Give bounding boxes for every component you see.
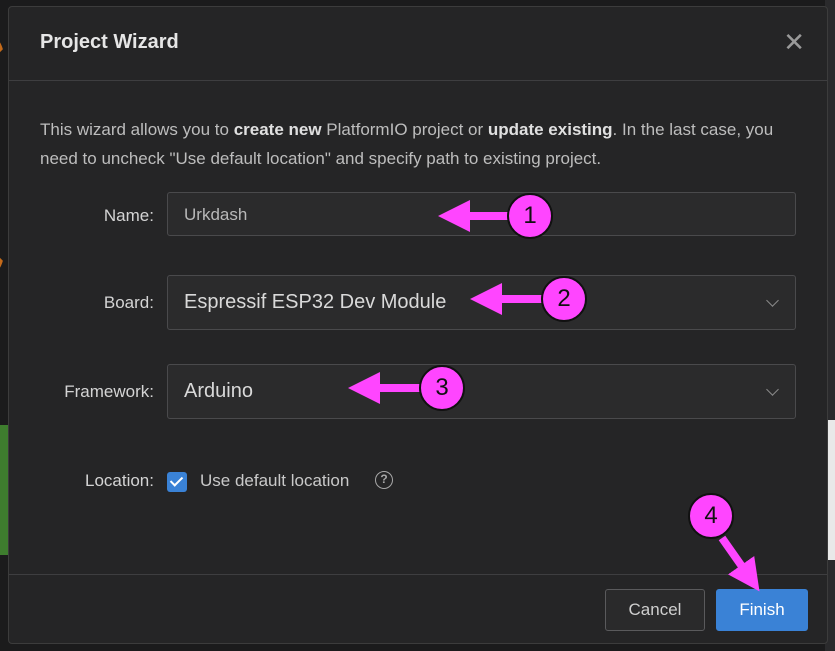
annotation-arrow-4	[718, 535, 760, 592]
annotation-marker-1: 1	[507, 193, 553, 239]
annotation-marker-3: 3	[419, 365, 465, 411]
annotation-arrows	[348, 200, 760, 592]
annotation-marker-4: 4	[688, 493, 734, 539]
annotation-marker-2: 2	[541, 276, 587, 322]
